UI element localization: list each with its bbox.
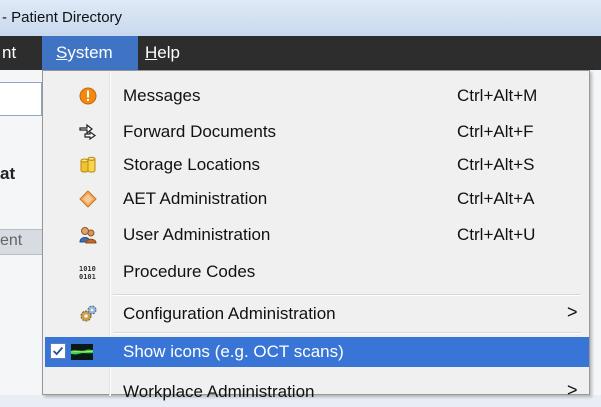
menu-item-label: Messages [123, 86, 201, 105]
menubar-item-system-label[interactable]: System [56, 43, 113, 63]
system-label-rest: ystem [67, 43, 113, 62]
window-titlebar: - Patient Directory [0, 0, 601, 36]
tab-label-partial[interactable]: ent [0, 232, 22, 250]
menu-item-shortcut: Ctrl+Alt+F [457, 122, 534, 141]
svg-text:0101: 0101 [79, 273, 96, 281]
menu-item-label: Procedure Codes [123, 262, 256, 281]
checkmark-icon [53, 346, 64, 356]
warning-circle-icon [79, 87, 97, 105]
menu-item-user-administration[interactable]: User Administration Ctrl+Alt+U [45, 220, 587, 250]
menu-item-messages[interactable]: Messages Ctrl+Alt+M [45, 81, 587, 111]
app-background-right [590, 70, 601, 395]
menu-separator [113, 332, 581, 334]
menu-item-forward-documents[interactable]: Forward Documents Ctrl+Alt+F [45, 117, 587, 147]
window-title: - Patient Directory [2, 9, 123, 26]
submenu-arrow-icon: > [567, 302, 578, 322]
menu-item-shortcut: Ctrl+Alt+A [457, 189, 535, 208]
help-label-rest: elp [157, 43, 180, 62]
menu-item-label: Show icons (e.g. OCT scans) [123, 342, 344, 361]
menubar-item-help[interactable]: Help [145, 43, 180, 63]
gears-icon [80, 305, 97, 322]
system-dropdown-menu: Messages Ctrl+Alt+M Forward Documents Ct… [42, 70, 590, 401]
system-access-key: S [56, 43, 68, 62]
section-heading-partial: at [0, 164, 16, 183]
storage-cylinders-icon [80, 156, 96, 173]
menu-item-label: Forward Documents [123, 122, 277, 141]
checkbox[interactable] [50, 343, 66, 359]
menu-item-shortcut: Ctrl+Alt+S [457, 155, 535, 174]
menu-separator [113, 294, 581, 296]
diamond-tag-icon [79, 190, 97, 208]
menu-item-label: User Administration [123, 225, 271, 244]
binary-code-icon: 1010 0101 [79, 265, 96, 281]
forward-arrows-icon [79, 123, 97, 141]
menu-item-shortcut: Ctrl+Alt+U [457, 225, 536, 244]
oct-scan-icon [71, 344, 93, 360]
search-field-partial[interactable] [0, 82, 42, 116]
menu-item-workplace-administration[interactable]: Workplace Administration > [45, 377, 587, 407]
menu-item-label: AET Administration [123, 189, 268, 208]
svg-text:1010: 1010 [79, 265, 96, 273]
menu-item-procedure-codes[interactable]: 1010 0101 Procedure Codes [45, 257, 587, 287]
menu-item-label: Workplace Administration [123, 382, 315, 401]
help-access-key: H [145, 43, 158, 62]
menu-item-show-icons[interactable]: Show icons (e.g. OCT scans) [45, 337, 589, 367]
menubar-item-partial[interactable]: nt [2, 43, 16, 63]
menu-item-aet-administration[interactable]: AET Administration Ctrl+Alt+A [45, 184, 587, 214]
submenu-arrow-icon: > [567, 380, 578, 400]
menu-item-label: Storage Locations [123, 155, 261, 174]
menu-item-storage-locations[interactable]: Storage Locations Ctrl+Alt+S [45, 150, 587, 180]
menu-item-label: Configuration Administration [123, 304, 336, 323]
menu-item-configuration-administration[interactable]: Configuration Administration > [45, 299, 587, 329]
menu-item-shortcut: Ctrl+Alt+M [457, 86, 538, 105]
users-icon [79, 227, 97, 244]
